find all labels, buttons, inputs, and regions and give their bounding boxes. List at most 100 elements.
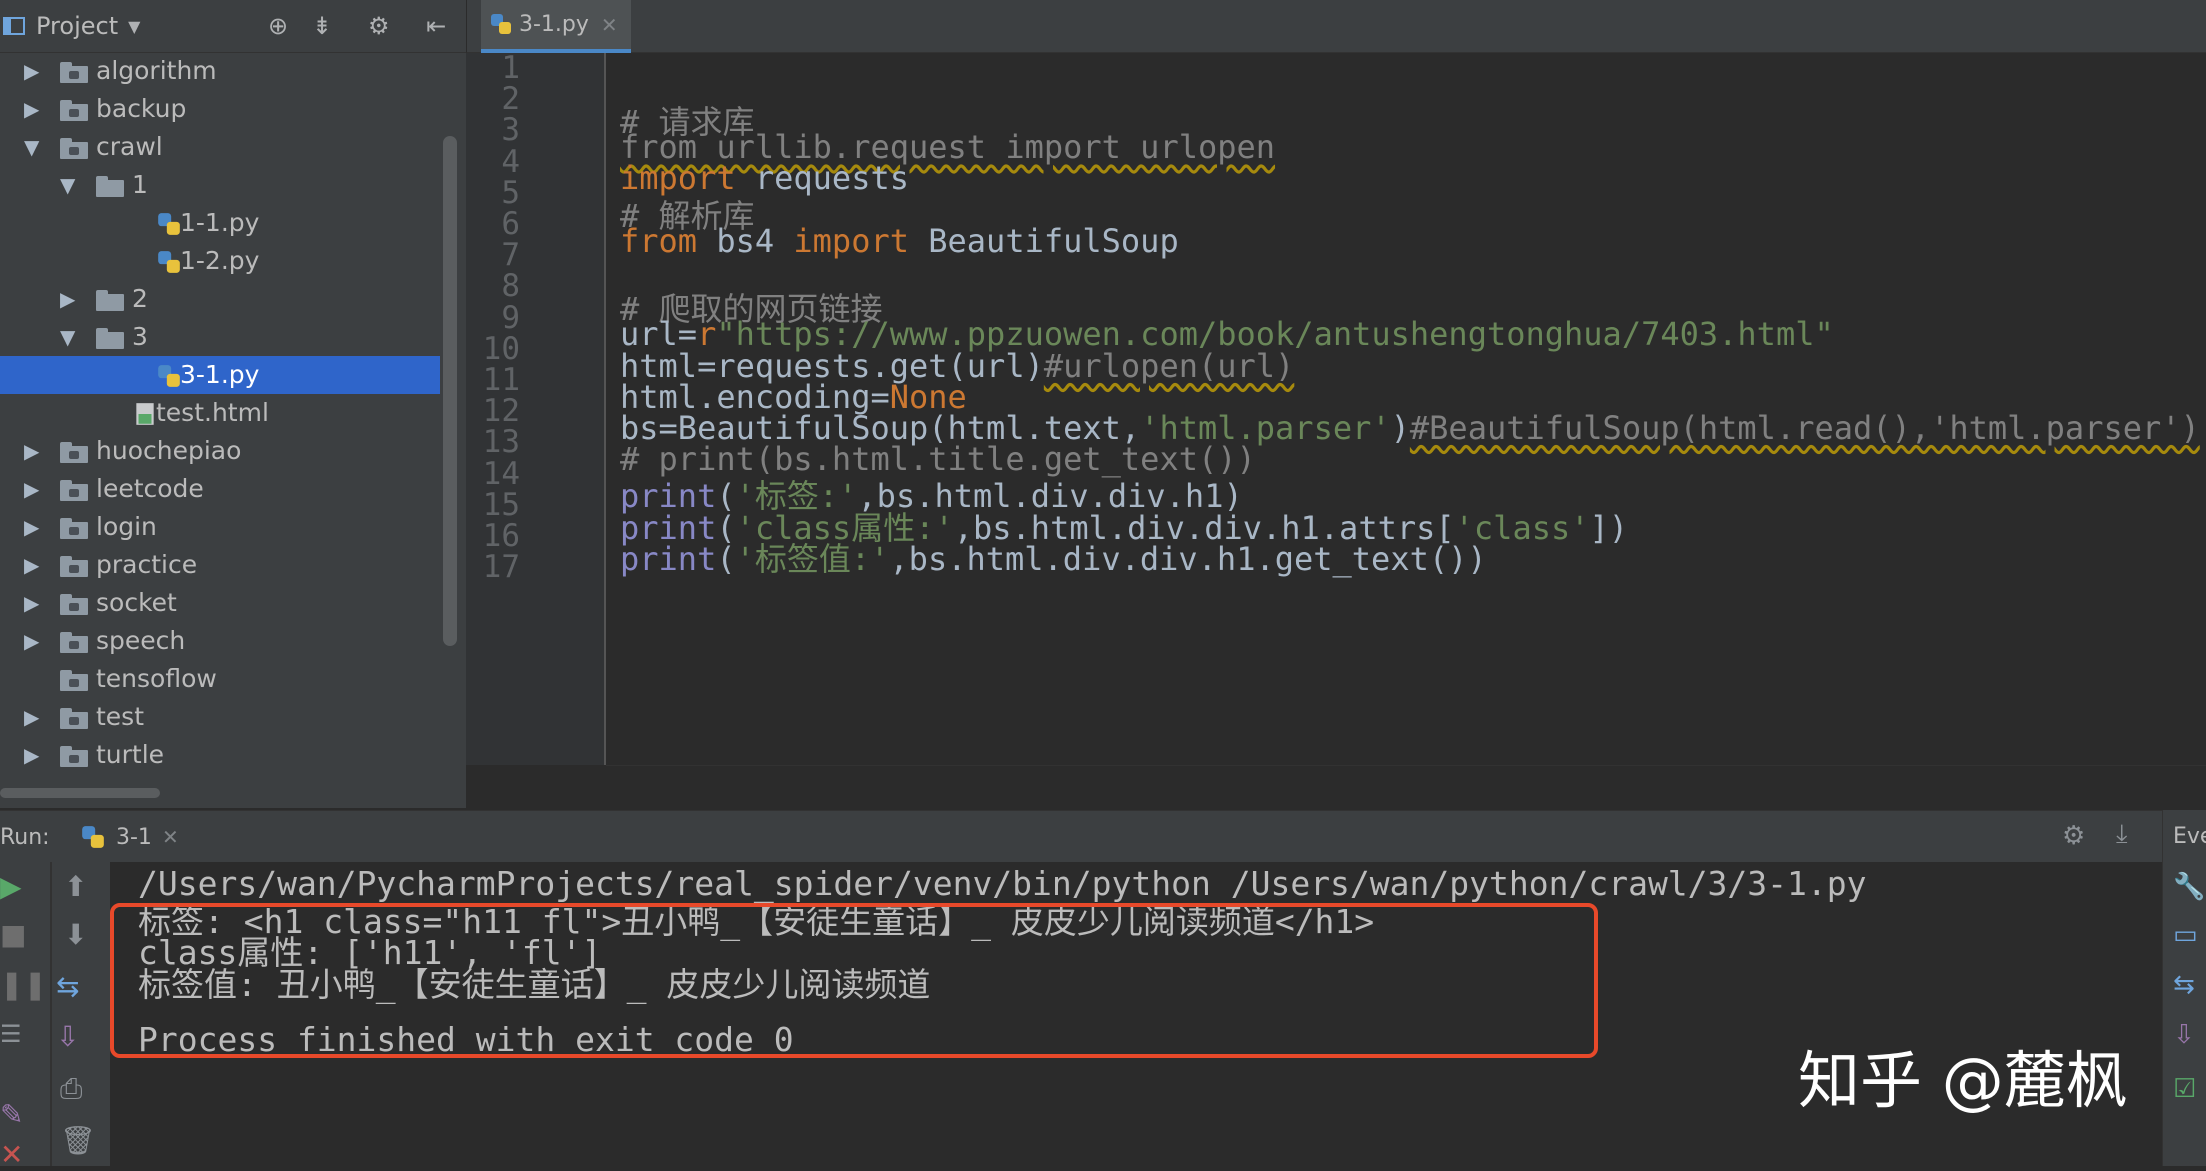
soft-wrap-icon[interactable]: ⇆	[2173, 970, 2195, 1000]
tree-item-label: 3	[132, 322, 148, 351]
folder-icon	[60, 138, 88, 159]
close-icon[interactable]: ✕	[0, 1138, 23, 1171]
tree-item-label: backup	[96, 94, 187, 123]
tree-item[interactable]: 1-1.py	[0, 204, 440, 242]
tree-item[interactable]: ▼ 3	[0, 318, 440, 356]
folder-icon	[60, 442, 88, 463]
run-tab-3-1[interactable]: 3-1 ✕	[76, 817, 179, 857]
folder-icon	[60, 708, 88, 729]
expand-right-icon[interactable]: ▶	[24, 515, 44, 539]
code-line[interactable]: from bs4 import BeautifulSoup	[620, 222, 1179, 266]
event-log-label[interactable]: Eve	[2173, 824, 2206, 849]
up-arrow-icon[interactable]: ⬆	[64, 870, 87, 903]
chevron-down-icon[interactable]: ▼	[128, 17, 140, 36]
project-view-icon[interactable]	[2, 14, 28, 38]
python-file-icon	[158, 213, 180, 235]
expand-down-icon[interactable]: ▼	[60, 325, 80, 349]
tree-item[interactable]: ▶ login	[0, 508, 440, 546]
expand-down-icon[interactable]: ▼	[60, 173, 80, 197]
folder-icon	[96, 176, 124, 197]
tree-item[interactable]: ▼ crawl	[0, 128, 440, 166]
folder-icon	[60, 100, 88, 121]
run-toolbar: ▶ ■ ❚❚ ☰ ✎ ✕ ⬆ ⬇ ⇆ ⇩ ⎙ 🗑	[0, 862, 110, 1171]
tree-item[interactable]: test.html	[0, 394, 440, 432]
expand-right-icon[interactable]: ▶	[24, 59, 44, 83]
gutter-divider	[604, 53, 606, 765]
gear-icon[interactable]: ⚙	[368, 12, 390, 40]
expand-right-icon[interactable]: ▶	[24, 705, 44, 729]
tree-horizontal-scrollbar[interactable]	[0, 788, 160, 798]
tree-item[interactable]: 3-1.py	[0, 356, 440, 394]
tree-item[interactable]: ▶ huochepiao	[0, 432, 440, 470]
tree-item[interactable]: ▶ socket	[0, 584, 440, 622]
python-run-icon	[82, 826, 104, 848]
tree-item[interactable]: ▶ algorithm	[0, 52, 440, 90]
folder-icon	[60, 670, 88, 691]
tree-item[interactable]: ▶ practice	[0, 546, 440, 584]
folder-icon	[60, 632, 88, 653]
editor-horizontal-scroll-area[interactable]	[606, 765, 2206, 810]
tree-item[interactable]: ▶ turtle	[0, 736, 440, 774]
expand-right-icon[interactable]: ▶	[24, 591, 44, 615]
event-log-strip: Eve 🔧 ▭ ⇆ ⇩ ☑	[2162, 810, 2206, 1166]
expand-right-icon[interactable]: ▶	[24, 743, 44, 767]
down-arrow-icon[interactable]: ⬇	[64, 918, 87, 951]
expand-right-icon[interactable]: ▶	[60, 287, 80, 311]
check-icon[interactable]: ☑	[2173, 1074, 2196, 1104]
tree-item[interactable]: ▼ 1	[0, 166, 440, 204]
tree-item-label: leetcode	[96, 474, 204, 503]
expand-right-icon[interactable]: ▶	[24, 553, 44, 577]
tree-item-label: login	[96, 512, 157, 541]
project-title[interactable]: Project	[36, 12, 118, 40]
output-highlight-box	[110, 903, 1598, 1058]
tree-item-label: tensoflow	[96, 664, 217, 693]
scroll-to-end-icon[interactable]: ⇩	[2173, 1020, 2195, 1050]
folder-icon	[60, 518, 88, 539]
code-line[interactable]: print('标签值:',bs.html.div.div.h1.get_text…	[620, 534, 1487, 578]
trash-icon[interactable]: 🗑	[60, 1124, 96, 1157]
html-file-icon	[136, 403, 154, 425]
tree-item-label: turtle	[96, 740, 165, 769]
collapse-all-icon[interactable]: ⇟	[312, 12, 332, 40]
pin-icon[interactable]: ✎	[0, 1098, 23, 1131]
stop-icon[interactable]: ■	[0, 918, 26, 951]
download-icon[interactable]: ⤓	[2116, 819, 2128, 850]
tree-scrollbar[interactable]	[443, 136, 457, 646]
run-tab-label: 3-1	[116, 824, 152, 850]
close-icon[interactable]: ✕	[601, 13, 618, 37]
tab-3-1-py[interactable]: 3-1.py ✕	[481, 0, 631, 53]
expand-down-icon[interactable]: ▼	[24, 135, 44, 159]
expand-right-icon[interactable]: ▶	[24, 97, 44, 121]
soft-wrap-icon[interactable]: ⇆	[56, 970, 79, 1003]
tree-item[interactable]: ▶ 2	[0, 280, 440, 318]
tree-item[interactable]: ▶ test	[0, 698, 440, 736]
code-text: from bs4 import BeautifulSoup	[620, 221, 1179, 260]
expand-right-icon[interactable]: ▶	[24, 629, 44, 653]
message-icon[interactable]: ▭	[2173, 920, 2198, 950]
print-icon[interactable]: ⎙	[60, 1072, 82, 1106]
close-icon[interactable]: ✕	[162, 825, 179, 849]
rerun-icon[interactable]: ▶	[0, 870, 22, 903]
tree-item-label: crawl	[96, 132, 163, 161]
expand-right-icon[interactable]: ▶	[24, 439, 44, 463]
tree-item[interactable]: tensoflow	[0, 660, 440, 698]
project-panel: Project ▼ ⊕ ⇟ ⚙ ⇤ ▶ algorithm ▶ backup ▼ craw…	[0, 0, 466, 808]
code-editor[interactable]: # 请求库 from urllib.request import urlopen i…	[620, 53, 2206, 765]
pause-icon[interactable]: ❚❚	[0, 968, 47, 1001]
tree-item[interactable]: 1-2.py	[0, 242, 440, 280]
python-file-icon	[491, 14, 511, 34]
hide-panel-icon[interactable]: ⇤	[426, 12, 446, 40]
scroll-to-end-icon[interactable]: ⇩	[56, 1020, 79, 1053]
folder-icon	[60, 480, 88, 501]
expand-right-icon[interactable]: ▶	[24, 477, 44, 501]
tree-item[interactable]: ▶ backup	[0, 90, 440, 128]
tree-item-label: 2	[132, 284, 148, 313]
tree-item[interactable]: ▶ leetcode	[0, 470, 440, 508]
python-file-icon	[158, 365, 180, 387]
locate-icon[interactable]: ⊕	[268, 12, 288, 40]
tree-item-label: practice	[96, 550, 198, 579]
gear-icon[interactable]: ⚙	[2062, 821, 2085, 851]
dump-threads-icon[interactable]: ☰	[0, 1020, 22, 1048]
tree-item[interactable]: ▶ speech	[0, 622, 440, 660]
wrench-icon[interactable]: 🔧	[2173, 872, 2205, 902]
